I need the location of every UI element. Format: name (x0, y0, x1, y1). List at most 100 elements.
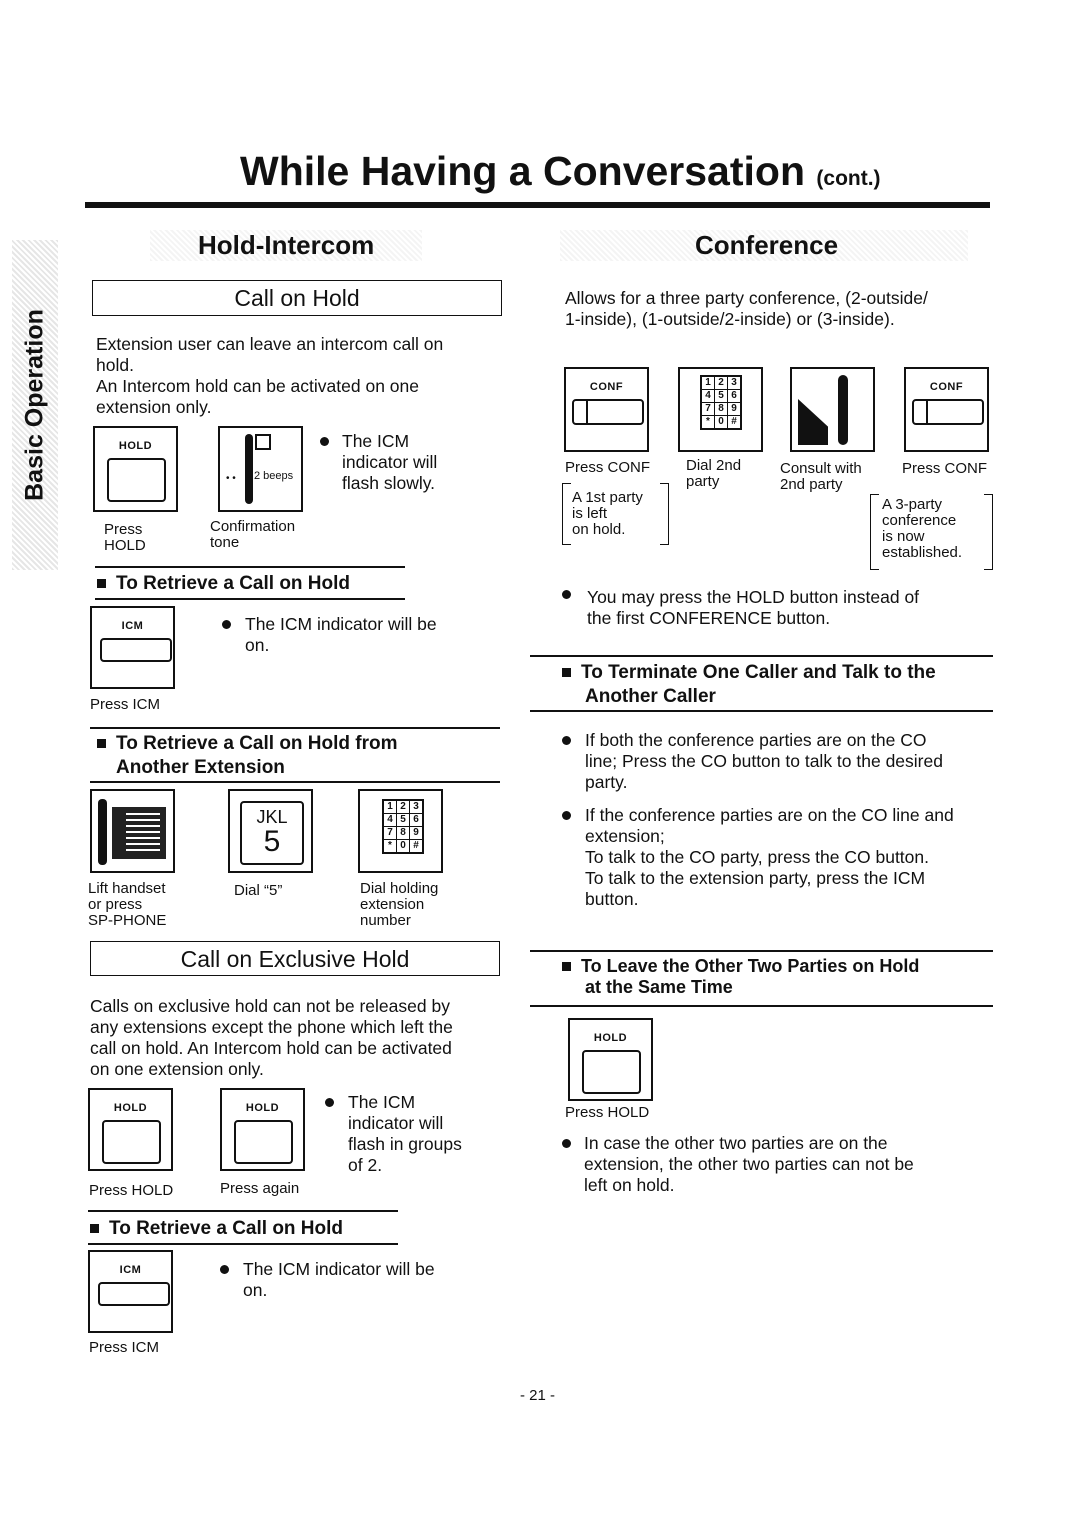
press-conf-caption: Press CONF (902, 460, 988, 477)
text: at the Same Time (585, 977, 733, 997)
line: on. (243, 1280, 268, 1300)
retrieve2-heading: To Retrieve a Call on Hold (90, 1217, 343, 1241)
line: line; Press the CO button to talk to the… (585, 751, 943, 771)
keypad-illustration: 1 2 3 4 5 6 7 8 9 * 0 # (358, 789, 443, 873)
keypad-key: 7 (384, 827, 396, 839)
conf-button-illustration: CONF (564, 367, 649, 452)
divider (90, 727, 500, 729)
hold-key-label: HOLD (113, 1102, 148, 1114)
line: established. (882, 544, 963, 561)
three-party-note: A 3-party conference is now established. (882, 497, 962, 561)
line: 2nd party (780, 476, 843, 493)
keypad-key: 2 (397, 801, 409, 813)
line: left on hold. (584, 1175, 675, 1195)
hold-key-label: HOLD (245, 1102, 280, 1114)
hold-instead-note: You may press the HOLD button instead of… (587, 587, 919, 629)
line: number (360, 912, 411, 929)
conf-button-illustration: CONF (904, 367, 989, 452)
line: An Intercom hold can be activated on one (96, 376, 419, 396)
hold-key-label: HOLD (118, 440, 153, 452)
line: hold. (96, 355, 134, 375)
five-label: 5 (263, 825, 281, 858)
text: To Retrieve a Call on Hold from (116, 733, 398, 754)
line: any extensions except the phone which le… (90, 1017, 453, 1037)
line: If both the conference parties are on th… (585, 730, 927, 750)
line: Consult with (780, 460, 862, 477)
line: Lift handset (88, 880, 166, 897)
beeps-label: 2 beeps (254, 470, 294, 482)
line: button. (585, 889, 639, 909)
hold-button-illustration: HOLD (568, 1018, 653, 1101)
line: To talk to the extension party, press th… (585, 868, 926, 888)
line: HOLD (104, 537, 146, 554)
line: extension (360, 896, 425, 913)
line: Dial 2nd (686, 457, 742, 474)
line: Press (104, 521, 143, 538)
conf-key-label: CONF (929, 381, 964, 393)
dial5-caption: Dial “5” (234, 882, 283, 899)
keypad-key: 8 (397, 827, 409, 839)
text: To Leave the Other Two Parties on Hold (581, 956, 920, 976)
manual-page: Basic Operation While Having a Conversat… (0, 0, 1080, 1514)
press-conf-caption: Press CONF (565, 459, 651, 476)
terminate-bullet-2: If the conference parties are on the CO … (585, 805, 954, 910)
line: party. (585, 772, 628, 792)
keypad-key: 9 (728, 403, 740, 415)
hold-intercom-heading: Hold-Intercom (150, 230, 423, 261)
press-again-caption: Press again (220, 1180, 300, 1197)
line: indicator will (348, 1113, 444, 1133)
line: on hold. (572, 521, 626, 538)
divider (88, 1210, 398, 1212)
line: on one extension only. (90, 1059, 264, 1079)
keypad-illustration: 1 2 3 4 5 6 7 8 9 * 0 # (678, 367, 763, 452)
line: extension only. (96, 397, 212, 417)
line: Dial holding (360, 880, 439, 897)
line: Allows for a three party conference, (2-… (565, 288, 928, 308)
line: To talk to the CO party, press the CO bu… (585, 847, 930, 867)
hold-button-illustration: HOLD (88, 1088, 173, 1171)
terminate-bullet-1: If both the conference parties are on th… (585, 730, 943, 793)
line: party (686, 473, 720, 490)
text: To Retrieve a Call on Hold (116, 573, 351, 594)
terminate-heading: To Terminate One Caller and Talk to the A… (562, 661, 936, 709)
title-rule (85, 202, 990, 208)
line: flash slowly. (342, 473, 436, 493)
line: flash in groups (348, 1134, 462, 1154)
keypad-key: 0 (397, 840, 409, 852)
icm-on-note: The ICM indicator will be on. (243, 1259, 435, 1301)
line: SP-PHONE (88, 912, 167, 929)
line: The ICM (342, 431, 410, 451)
press-hold-caption: Press HOLD (89, 1182, 174, 1199)
exclusive-para: Calls on exclusive hold can not be relea… (90, 996, 453, 1080)
keypad-key: # (410, 840, 422, 852)
keypad-key: * (384, 840, 396, 852)
dial-holding-caption: Dial holding extension number (360, 881, 438, 929)
line: on. (245, 635, 270, 655)
keypad-key: 5 (397, 814, 409, 826)
keypad-key: 7 (702, 403, 714, 415)
conf-key-label: CONF (589, 381, 624, 393)
hold-again-illustration: HOLD (220, 1088, 305, 1171)
text: To Retrieve a Call on Hold (109, 1218, 344, 1239)
text: Another Extension (116, 757, 285, 778)
consult-illustration (790, 367, 875, 452)
line: the first CONFERENCE button. (587, 608, 831, 628)
keypad-key: # (728, 416, 740, 428)
conference-heading: Conference (560, 230, 969, 261)
divider (95, 598, 405, 600)
line: 1-inside), (1-outside/2-inside) or (3-in… (565, 309, 895, 329)
hold-button-illustration: HOLD (93, 426, 178, 512)
line: tone (210, 534, 240, 551)
keypad-key: 8 (715, 403, 727, 415)
retrieve-other-heading: To Retrieve a Call on Hold from Another E… (97, 732, 398, 780)
consult-caption: Consult with 2nd party (780, 461, 862, 493)
call-on-hold-title: Call on Hold (92, 280, 502, 316)
page-title: While Having a Conversation (cont.) (240, 148, 881, 195)
keypad-key: 1 (384, 801, 396, 813)
divider (530, 950, 993, 952)
divider (530, 655, 993, 657)
keypad-key: 3 (410, 801, 422, 813)
keypad-key: 5 (715, 390, 727, 402)
leave-note: In case the other two parties are on the… (584, 1133, 914, 1196)
retrieve-heading: To Retrieve a Call on Hold (97, 572, 350, 596)
